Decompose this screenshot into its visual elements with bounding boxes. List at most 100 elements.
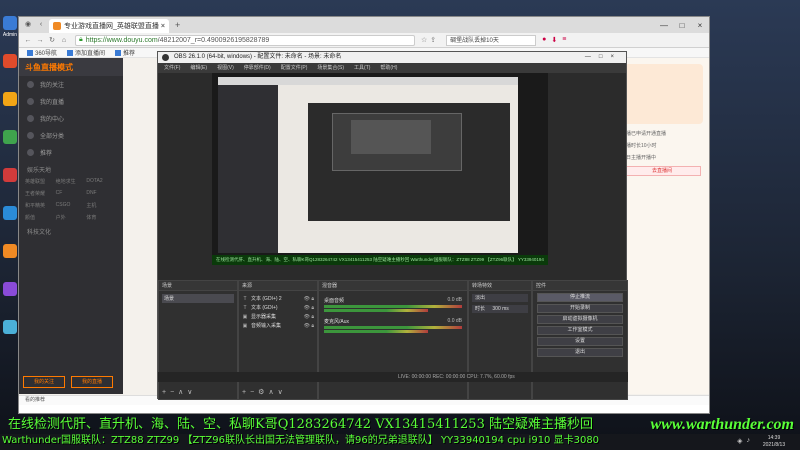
- mixer-channel-db: 0.0 dB: [447, 318, 462, 324]
- maximize-icon[interactable]: □: [673, 21, 691, 30]
- scenes-toolbar[interactable]: +−∧∨: [162, 388, 196, 396]
- desktop-icon[interactable]: [1, 92, 19, 120]
- desktop-icon[interactable]: Admin: [1, 16, 19, 44]
- volume-meter: [324, 326, 462, 329]
- star-icon[interactable]: ☆: [421, 36, 427, 44]
- douyu-favicon-icon: [53, 22, 61, 30]
- sidebar-section: 娱乐天地: [27, 168, 52, 174]
- network-icon[interactable]: ◈: [737, 437, 742, 445]
- search-input[interactable]: 碉堡战队丢掉10天: [446, 34, 537, 46]
- bookmark-item[interactable]: 推荐: [115, 48, 135, 57]
- source-item[interactable]: T 文本 (GDI+) 👁︎ 🔒︎: [242, 303, 314, 312]
- obs-menu-item[interactable]: 视图(V): [217, 63, 234, 73]
- obs-menu-item[interactable]: 文件(F): [164, 63, 180, 73]
- category-link[interactable]: CSGO: [56, 202, 87, 209]
- obs-menu-item[interactable]: 配置文件(P): [281, 63, 308, 73]
- transition-select[interactable]: 淡出: [472, 294, 528, 302]
- new-tab-icon[interactable]: +: [175, 20, 180, 30]
- control-button[interactable]: 启动虚拟摄像机: [537, 315, 623, 324]
- sources-toolbar[interactable]: +−⚙∧∨: [242, 388, 287, 396]
- volume-slider[interactable]: [324, 309, 428, 312]
- source-label: 文本 (GDI+) 2: [251, 296, 282, 302]
- category-link[interactable]: 绝地求生: [56, 178, 87, 185]
- refresh-icon[interactable]: ↻: [47, 36, 57, 44]
- desktop-icon[interactable]: [1, 130, 19, 158]
- volume-icon[interactable]: ♪: [747, 437, 751, 445]
- sidebar-item[interactable]: 推荐: [19, 144, 123, 161]
- bookmark-item[interactable]: 360导航: [27, 48, 57, 57]
- obs-window-controls[interactable]: —□×: [585, 52, 622, 63]
- scene-item[interactable]: 场景: [162, 294, 234, 303]
- obs-menu-item[interactable]: 编辑(E): [190, 63, 207, 73]
- category-link[interactable]: DOTA2: [86, 178, 117, 185]
- sidebar-item[interactable]: 全部分类: [19, 127, 123, 144]
- obs-menu-item[interactable]: 帮助(H): [380, 63, 397, 73]
- visibility-lock-icons[interactable]: 👁︎ 🔒︎: [304, 305, 314, 311]
- obs-menu-item[interactable]: 停靠部件(D): [244, 63, 271, 73]
- douyu-logo[interactable]: 斗鱼直播模式: [19, 58, 123, 76]
- obs-menu-item[interactable]: 工具(T): [354, 63, 370, 73]
- control-button[interactable]: 退出: [537, 348, 623, 357]
- control-button[interactable]: 设置: [537, 337, 623, 346]
- category-link[interactable]: 户外: [56, 214, 87, 221]
- forward-button-icon[interactable]: →: [35, 37, 45, 44]
- sidebar-item-icon: [27, 98, 34, 105]
- source-item[interactable]: T 文本 (GDI+) 2 👁︎ 🔒︎: [242, 294, 314, 303]
- visibility-lock-icons[interactable]: 👁︎ 🔒︎: [304, 323, 314, 329]
- category-link[interactable]: DNF: [86, 190, 117, 197]
- category-link[interactable]: 王者荣耀: [25, 190, 56, 197]
- sidebar-item[interactable]: 我的关注: [19, 76, 123, 93]
- promo-card[interactable]: [621, 64, 703, 124]
- extension-icon[interactable]: ●: [542, 36, 546, 44]
- address-bar: ← → ↻ ⌂ 🔒︎ https://www.douyu.com /482120…: [19, 33, 709, 48]
- back-icon[interactable]: ‹: [36, 20, 46, 30]
- sidebar-item[interactable]: 我的中心: [19, 110, 123, 127]
- control-button[interactable]: 工作室模式: [537, 326, 623, 335]
- desktop-icon[interactable]: [1, 206, 19, 234]
- browser-tab[interactable]: 专业游戏直播网_英雄联盟直播 ×: [49, 19, 169, 33]
- desktop-icon[interactable]: [1, 320, 19, 348]
- close-tab-icon[interactable]: ×: [161, 23, 165, 30]
- sidebar-item[interactable]: 我的直播: [19, 93, 123, 110]
- obs-preview[interactable]: 在线检测代肝、直升机、海、陆、空、私聊K哥Q1283264742 VX13415…: [212, 73, 548, 265]
- control-button[interactable]: 开始录制: [537, 304, 623, 313]
- download-icon[interactable]: ⬇: [551, 36, 557, 44]
- bookmark-item[interactable]: 添加直播间: [67, 48, 105, 57]
- mixer-channel: 0.0 dB 麦克风/Aux: [324, 318, 462, 333]
- minimize-icon[interactable]: —: [655, 21, 673, 30]
- category-link[interactable]: CF: [56, 190, 87, 197]
- control-button[interactable]: 停止推流: [537, 293, 623, 302]
- browser-logo-icon[interactable]: ◉: [23, 20, 33, 30]
- obs-menu-item[interactable]: 场景集合(S): [317, 63, 344, 73]
- category-link[interactable]: 主机: [86, 202, 117, 209]
- volume-slider[interactable]: [324, 330, 428, 333]
- go-live-room-button[interactable]: 去直播间: [623, 166, 701, 176]
- visibility-lock-icons[interactable]: 👁︎ 🔒︎: [304, 296, 314, 302]
- app-icon: [3, 282, 17, 296]
- url-input[interactable]: 🔒︎ https://www.douyu.com /48212007_r=0.4…: [75, 34, 415, 46]
- duration-field[interactable]: 时长 300 ms: [472, 305, 528, 313]
- desktop-icon[interactable]: [1, 282, 19, 310]
- category-link[interactable]: 英雄联盟: [25, 178, 56, 185]
- back-button-icon[interactable]: ←: [23, 37, 33, 44]
- controls-header: 控件: [533, 281, 627, 291]
- desktop-icon[interactable]: [1, 168, 19, 196]
- menu-icon[interactable]: ≡: [562, 36, 566, 44]
- category-link[interactable]: 颜值: [25, 214, 56, 221]
- share-icon[interactable]: ⇪: [430, 36, 436, 44]
- desktop-icon[interactable]: [1, 244, 19, 272]
- volume-meter: [324, 305, 462, 308]
- live-button[interactable]: 我的直播: [71, 376, 113, 388]
- taskbar-clock[interactable]: 14:39 2021/8/13: [754, 434, 794, 449]
- category-link[interactable]: 和平精英: [25, 202, 56, 209]
- follow-button[interactable]: 我的关注: [23, 376, 65, 388]
- category-link[interactable]: 体育: [86, 214, 117, 221]
- tab-title: 专业游戏直播网_英雄联盟直播: [64, 23, 159, 30]
- visibility-lock-icons[interactable]: 👁︎ 🔒︎: [304, 314, 314, 320]
- obs-menubar: 文件(F) 编辑(E) 视图(V) 停靠部件(D) 配置文件(P) 场景集合(S) 工具(T…: [158, 63, 626, 73]
- home-icon[interactable]: ⌂: [59, 37, 69, 44]
- desktop-icon[interactable]: [1, 54, 19, 82]
- source-item[interactable]: ▣ 显示器采集 👁︎ 🔒︎: [242, 312, 314, 321]
- source-item[interactable]: ▣ 音频输入采集 👁︎ 🔒︎: [242, 321, 314, 330]
- close-window-icon[interactable]: ×: [691, 21, 709, 30]
